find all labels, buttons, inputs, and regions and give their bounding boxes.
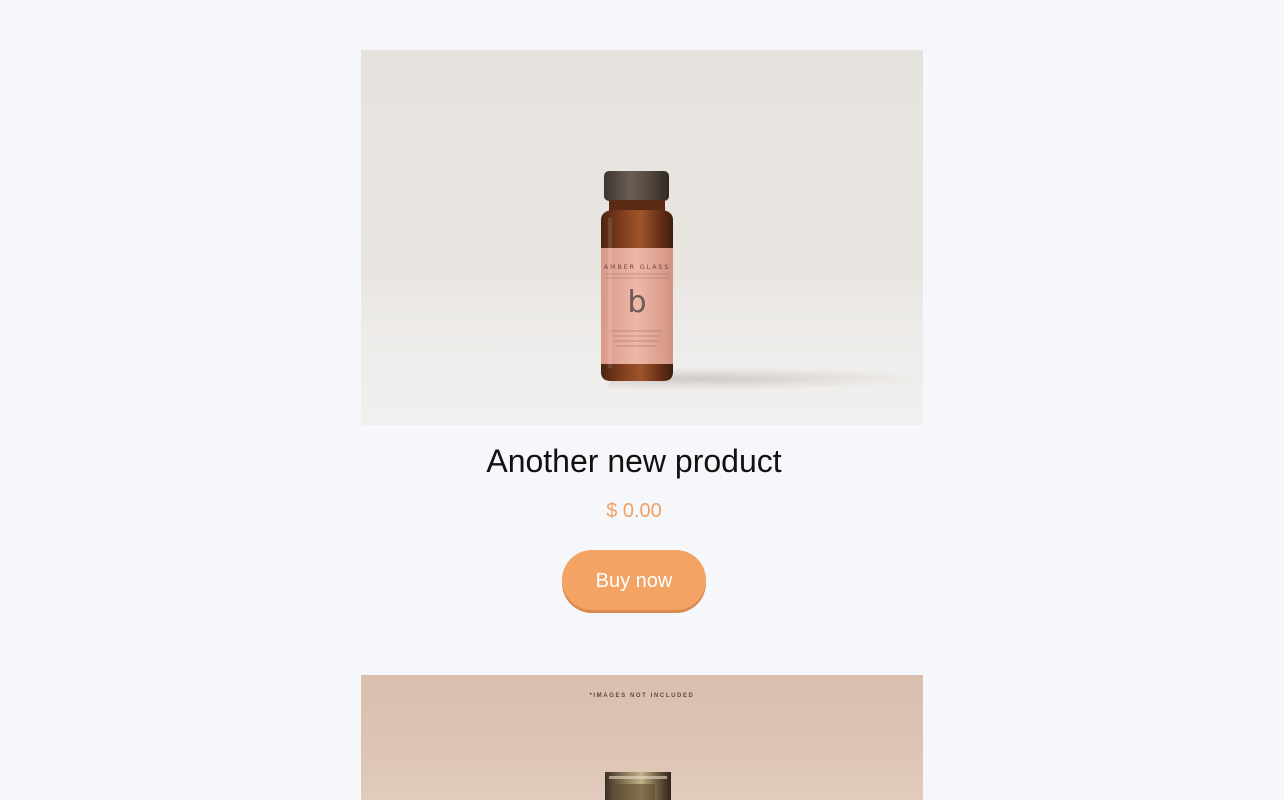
jar-illustration (605, 772, 671, 800)
product-price: $ 0.00 (606, 500, 662, 522)
image-notice-text: *IMAGES NOT INCLUDED (589, 693, 695, 699)
product-image[interactable]: *IMAGES NOT INCLUDED (361, 675, 923, 800)
product-title[interactable]: Another new product (353, 443, 915, 479)
product-card: AMBER GLASS b Another new product $ 0.00… (361, 50, 923, 610)
product-listing-page: AMBER GLASS b Another new product $ 0.00… (0, 0, 1284, 800)
product-image[interactable]: AMBER GLASS b (361, 50, 923, 425)
buy-now-button[interactable]: Buy now (562, 550, 706, 610)
svg-text:AMBER GLASS: AMBER GLASS (604, 263, 671, 271)
amber-bottle-illustration: AMBER GLASS b (601, 171, 673, 381)
product-card: *IMAGES NOT INCLUDED (361, 675, 923, 800)
svg-text:b: b (627, 285, 646, 320)
